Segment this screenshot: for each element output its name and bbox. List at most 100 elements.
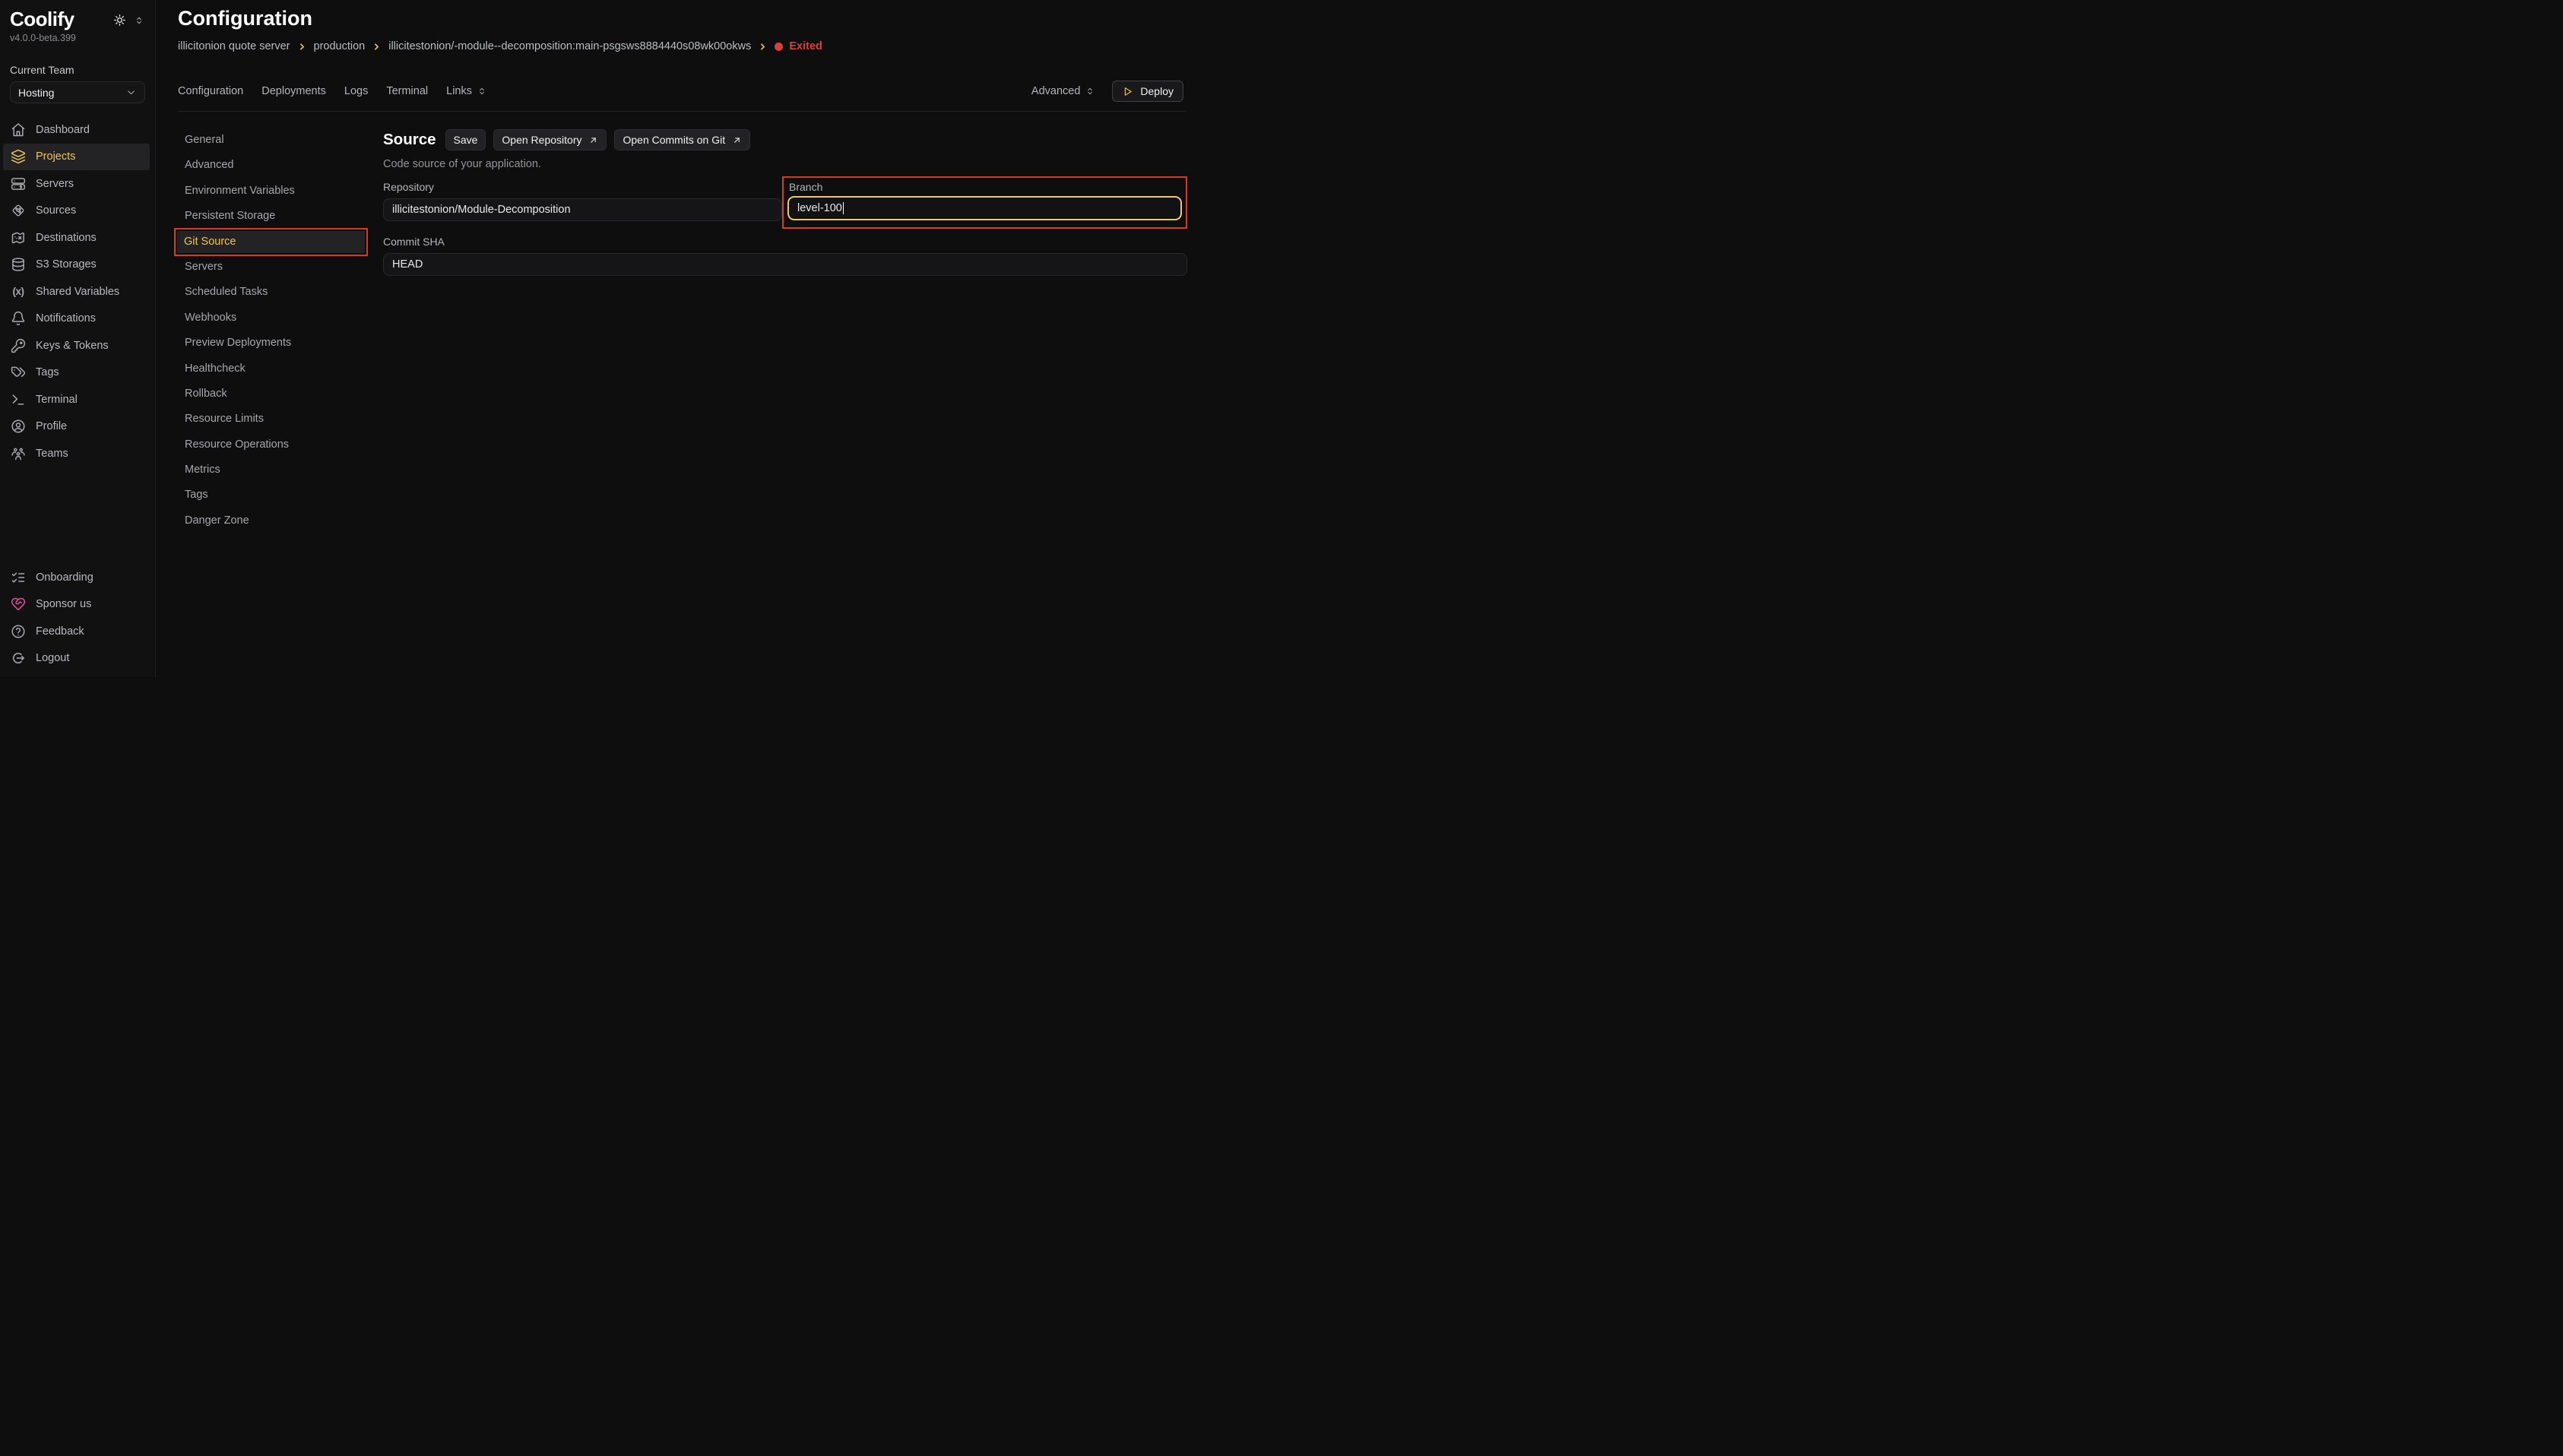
sidebar-item-profile[interactable]: Profile <box>3 413 150 441</box>
tab-terminal[interactable]: Terminal <box>386 85 428 97</box>
open-commits-button[interactable]: Open Commits on Git <box>614 129 750 150</box>
sidebar-footer-nav: Onboarding Sponsor us Feedback Logout <box>3 564 150 672</box>
git-source-panel: Source Save Open Repository Open Commits… <box>383 129 1187 276</box>
subnav-item-resource-operations[interactable]: Resource Operations <box>178 434 368 456</box>
sidebar-item-label: Projects <box>36 150 75 163</box>
layers-icon <box>11 149 26 164</box>
repository-input[interactable]: illicitestonion/Module-Decomposition <box>383 198 782 221</box>
sidebar-item-sources[interactable]: Sources <box>3 198 150 225</box>
branch-value: level-100 <box>797 202 842 214</box>
commit-sha-row: Commit SHA HEAD <box>383 236 1187 276</box>
sidebar-item-logout[interactable]: Logout <box>3 645 150 673</box>
config-subnav: General Advanced Environment Variables P… <box>178 129 368 535</box>
checklist-icon <box>11 570 26 585</box>
subnav-item-resource-limits[interactable]: Resource Limits <box>178 408 368 430</box>
save-button[interactable]: Save <box>445 129 486 150</box>
tags-icon <box>11 365 26 380</box>
breadcrumb-environment[interactable]: production <box>314 40 366 52</box>
sidebar-item-label: Sponsor us <box>36 598 91 610</box>
sidebar-item-label: Destinations <box>36 232 97 244</box>
sidebar-item-label: Dashboard <box>36 124 90 136</box>
subnav-item-danger-zone[interactable]: Danger Zone <box>178 510 368 532</box>
deploy-label: Deploy <box>1140 85 1174 97</box>
sidebar-item-label: Notifications <box>36 312 96 324</box>
subnav-item-rollback[interactable]: Rollback <box>178 383 368 405</box>
subnav-item-healthcheck[interactable]: Healthcheck <box>178 358 368 380</box>
map-icon <box>11 230 26 245</box>
subnav-item-git-source[interactable]: Git Source <box>177 231 365 253</box>
tab-bar: Configuration Deployments Logs Terminal … <box>178 81 1183 102</box>
sidebar-item-teams[interactable]: Teams <box>3 440 150 467</box>
sidebar-item-label: Keys & Tokens <box>36 340 109 352</box>
sidebar-item-keys-tokens[interactable]: Keys & Tokens <box>3 332 150 359</box>
sidebar-item-feedback[interactable]: Feedback <box>3 618 150 645</box>
team-select[interactable]: Hosting <box>10 81 145 103</box>
sun-icon[interactable] <box>113 14 126 27</box>
tab-logs[interactable]: Logs <box>344 85 368 97</box>
repository-value: illicitestonion/Module-Decomposition <box>392 204 571 216</box>
source-description: Code source of your application. <box>383 158 1187 170</box>
sidebar-item-servers[interactable]: Servers <box>3 170 150 198</box>
heart-hands-icon <box>11 597 26 612</box>
sidebar: Coolify v4.0.0-beta.399 Current Team Hos… <box>0 0 156 677</box>
sidebar-item-label: Sources <box>36 204 76 217</box>
sidebar-item-destinations[interactable]: Destinations <box>3 224 150 252</box>
sidebar-item-label: Feedback <box>36 625 84 638</box>
advanced-dropdown[interactable]: Advanced <box>1031 85 1096 97</box>
page-title: Configuration <box>178 6 1192 30</box>
status-label: Exited <box>789 40 822 52</box>
bell-icon <box>11 311 26 326</box>
sidebar-item-label: Servers <box>36 178 74 190</box>
subnav-item-scheduled-tasks[interactable]: Scheduled Tasks <box>178 281 368 303</box>
sidebar-item-tags[interactable]: Tags <box>3 359 150 387</box>
branch-input[interactable]: level-100 <box>787 196 1182 220</box>
sidebar-item-notifications[interactable]: Notifications <box>3 305 150 333</box>
subnav-item-preview-deployments[interactable]: Preview Deployments <box>178 332 368 354</box>
subnav-item-webhooks[interactable]: Webhooks <box>178 307 368 329</box>
repository-label: Repository <box>383 181 782 193</box>
sidebar-item-projects[interactable]: Projects <box>3 144 150 171</box>
sidebar-item-dashboard[interactable]: Dashboard <box>3 116 150 144</box>
user-circle-icon <box>11 419 26 434</box>
annotation-box-branch: Branch level-100 <box>782 176 1187 229</box>
subnav-item-advanced[interactable]: Advanced <box>178 154 368 176</box>
external-link-icon <box>588 135 598 145</box>
commit-sha-input[interactable]: HEAD <box>383 253 1187 276</box>
sidebar-item-sponsor-us[interactable]: Sponsor us <box>3 591 150 619</box>
tab-links[interactable]: Links <box>446 85 487 97</box>
sidebar-item-s3-storages[interactable]: S3 Storages <box>3 252 150 279</box>
sidebar-item-label: Profile <box>36 420 67 432</box>
open-repository-button[interactable]: Open Repository <box>493 129 607 150</box>
subnav-item-environment-variables[interactable]: Environment Variables <box>178 180 368 202</box>
chevrons-up-down-icon[interactable] <box>134 15 144 26</box>
subnav-item-tags[interactable]: Tags <box>178 484 368 506</box>
deploy-button[interactable]: Deploy <box>1112 81 1183 102</box>
breadcrumb-project[interactable]: illicitonion quote server <box>178 40 290 52</box>
server-icon <box>11 176 26 191</box>
commit-sha-value: HEAD <box>392 258 423 271</box>
subnav-item-metrics[interactable]: Metrics <box>178 459 368 481</box>
subnav-item-persistent-storage[interactable]: Persistent Storage <box>178 205 368 227</box>
tabs: Configuration Deployments Logs Terminal … <box>178 85 487 97</box>
theme-controls <box>113 14 144 27</box>
git-source-icon <box>11 203 26 218</box>
sidebar-item-onboarding[interactable]: Onboarding <box>3 564 150 591</box>
breadcrumb-application[interactable]: illicitestonion/-module--decomposition:m… <box>388 40 751 52</box>
sidebar-item-label: Tags <box>36 366 59 378</box>
subnav-item-servers[interactable]: Servers <box>178 256 368 278</box>
main-area: Configuration illicitonion quote server … <box>156 0 1192 677</box>
subnav-item-general[interactable]: General <box>178 129 368 151</box>
sidebar-item-label: Shared Variables <box>36 286 119 298</box>
help-circle-icon <box>11 624 26 639</box>
app-logo[interactable]: Coolify <box>10 8 74 30</box>
tab-deployments[interactable]: Deployments <box>261 85 326 97</box>
key-icon <box>11 338 26 353</box>
chevron-down-icon <box>125 87 137 98</box>
sidebar-item-label: S3 Storages <box>36 258 97 271</box>
tab-configuration[interactable]: Configuration <box>178 85 243 97</box>
users-icon <box>11 446 26 461</box>
open-commits-label: Open Commits on Git <box>623 134 725 146</box>
sidebar-item-shared-variables[interactable]: (x) Shared Variables <box>3 278 150 305</box>
commit-sha-label: Commit SHA <box>383 236 1187 248</box>
sidebar-item-terminal[interactable]: Terminal <box>3 386 150 413</box>
